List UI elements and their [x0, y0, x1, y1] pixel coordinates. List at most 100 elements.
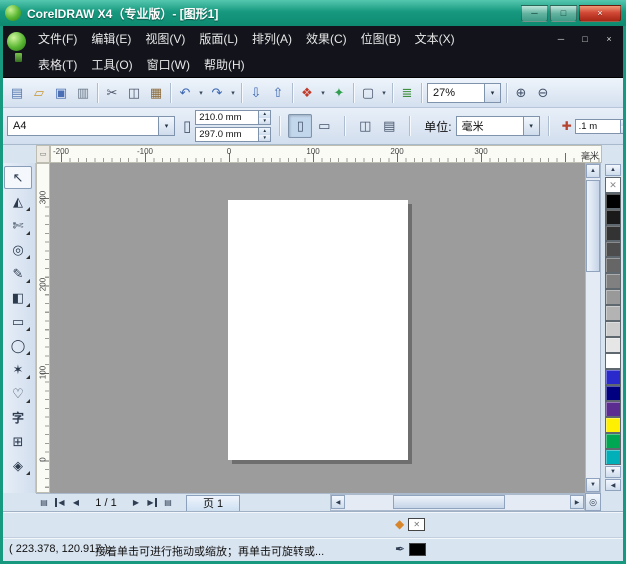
zoom-in-icon[interactable]: ⊕ [510, 82, 532, 104]
launcher-dropdown-icon[interactable]: ▾ [318, 89, 328, 97]
color-swatch-80-black[interactable] [605, 225, 621, 241]
paper-width-field[interactable]: 210.0 mm ▲▼ [195, 110, 271, 125]
color-swatch-teal[interactable] [605, 449, 621, 465]
scroll-left-icon[interactable]: ◀ [331, 495, 345, 509]
ruler-origin[interactable]: ▭ [36, 145, 50, 163]
polygon-tool[interactable]: ✶ [4, 358, 32, 381]
basic-shapes-tool[interactable]: ♡ [4, 382, 32, 405]
menu-window[interactable]: 窗口(W) [140, 52, 197, 78]
document-page[interactable] [228, 200, 408, 460]
vertical-ruler[interactable]: 300 200 100 0 [36, 163, 50, 493]
fullscreen-dropdown-icon[interactable]: ▾ [379, 89, 389, 97]
color-swatch-navy[interactable] [605, 385, 621, 401]
zoom-tool[interactable]: ◎ [4, 238, 32, 261]
table-tool[interactable]: ⊞ [4, 430, 32, 453]
menu-view[interactable]: 视图(V) [138, 26, 192, 52]
color-swatch-90-black[interactable] [605, 209, 621, 225]
import-icon[interactable]: ⇩ [245, 82, 267, 104]
menu-file[interactable]: 文件(F) [31, 26, 84, 52]
minimize-button[interactable]: ─ [521, 5, 548, 22]
palette-flyout-icon[interactable]: ◀ [605, 479, 621, 491]
horizontal-scroll-thumb[interactable] [393, 495, 505, 509]
undo-dropdown-icon[interactable]: ▾ [196, 89, 206, 97]
menu-arrange[interactable]: 排列(A) [245, 26, 299, 52]
blend-tool[interactable]: ◈ [4, 454, 32, 477]
color-swatch-30-black[interactable] [605, 305, 621, 321]
redo-dropdown-icon[interactable]: ▾ [228, 89, 238, 97]
application-launcher-icon[interactable]: ❖ [296, 82, 318, 104]
export-icon[interactable]: ⇧ [267, 82, 289, 104]
horizontal-scrollbar[interactable]: ◀ ▶ [330, 494, 585, 511]
color-swatch-none[interactable]: ✕ [605, 177, 621, 193]
doc-close-button[interactable]: × [601, 31, 617, 46]
goto-page-icon[interactable]: ▤ [36, 495, 52, 510]
color-swatch-20-black[interactable] [605, 321, 621, 337]
menu-edit[interactable]: 编辑(E) [84, 26, 138, 52]
paper-preset-combo[interactable]: A4 ▾ [7, 116, 175, 136]
fullscreen-preview-icon[interactable]: ▢ [357, 82, 379, 104]
close-button[interactable]: × [579, 5, 621, 22]
new-icon[interactable]: ▤ [6, 82, 28, 104]
undo-icon[interactable]: ↶ [174, 82, 196, 104]
zoom-out-icon[interactable]: ⊖ [532, 82, 554, 104]
zoom-level-value[interactable]: 27% [428, 87, 455, 99]
save-icon[interactable]: ▣ [50, 82, 72, 104]
color-swatch-purple[interactable] [605, 401, 621, 417]
pick-tool[interactable]: ↖ [4, 166, 32, 189]
palette-scroll-up-icon[interactable]: ▲ [605, 164, 621, 176]
add-page-icon[interactable]: ▤ [160, 495, 176, 510]
menu-help[interactable]: 帮助(H) [197, 52, 252, 78]
paper-height-spinner[interactable]: ▲▼ [258, 128, 270, 141]
last-page-icon[interactable]: ▶ [144, 495, 160, 510]
paper-width-spinner[interactable]: ▲▼ [258, 111, 270, 124]
next-page-icon[interactable]: ▶ [128, 495, 144, 510]
color-swatch-40-black[interactable] [605, 289, 621, 305]
vertical-scrollbar[interactable]: ▲ ▼ [585, 163, 601, 493]
color-swatch-70-black[interactable] [605, 241, 621, 257]
portrait-button[interactable]: ▯ [288, 114, 312, 138]
color-swatch-10-black[interactable] [605, 337, 621, 353]
print-icon[interactable]: ▥ [72, 82, 94, 104]
nudge-offset-field[interactable]: .1 m ▲▼ [575, 119, 625, 134]
units-combo[interactable]: 毫米 ▾ [456, 116, 540, 136]
doc-restore-button[interactable]: □ [577, 31, 593, 46]
vertical-scroll-thumb[interactable] [586, 180, 600, 272]
zoom-level-combo[interactable]: 27% ▾ [427, 83, 501, 103]
color-swatch-blue[interactable] [605, 369, 621, 385]
freehand-tool[interactable]: ✎ [4, 262, 32, 285]
color-swatch-black[interactable] [605, 193, 621, 209]
zoom-combo-dropdown-icon[interactable]: ▾ [484, 84, 500, 102]
text-tool[interactable]: 字 [4, 406, 32, 429]
copy-icon[interactable]: ◫ [123, 82, 145, 104]
paper-height-field[interactable]: 297.0 mm ▲▼ [195, 127, 271, 142]
shape-tool[interactable]: ◭ [4, 190, 32, 213]
redo-icon[interactable]: ↷ [206, 82, 228, 104]
maximize-button[interactable]: □ [550, 5, 577, 22]
color-swatch-green[interactable] [605, 433, 621, 449]
menu-bitmaps[interactable]: 位图(B) [354, 26, 408, 52]
color-swatch-white[interactable] [605, 353, 621, 369]
horizontal-ruler[interactable]: -200 -100 0 100 200 300 毫米 [50, 145, 602, 163]
menu-layout[interactable]: 版面(L) [192, 26, 245, 52]
first-page-icon[interactable]: ◀ [52, 495, 68, 510]
current-page-button[interactable]: ▤ [377, 114, 401, 138]
color-swatch-50-black[interactable] [605, 273, 621, 289]
paste-icon[interactable]: ▦ [145, 82, 167, 104]
welcome-screen-icon[interactable]: ✦ [328, 82, 350, 104]
drawing-canvas[interactable] [50, 163, 585, 493]
all-pages-button[interactable]: ◫ [353, 114, 377, 138]
landscape-button[interactable]: ▭ [312, 114, 336, 138]
page-tab[interactable]: 页 1 [186, 495, 240, 511]
ellipse-tool[interactable]: ◯ [4, 334, 32, 357]
cut-icon[interactable]: ✂ [101, 82, 123, 104]
color-swatch-yellow[interactable] [605, 417, 621, 433]
crop-tool[interactable]: ✄ [4, 214, 32, 237]
previous-page-icon[interactable]: ◀ [68, 495, 84, 510]
navigator-icon[interactable]: ◎ [585, 493, 601, 511]
scroll-right-icon[interactable]: ▶ [570, 495, 584, 509]
menu-tools[interactable]: 工具(O) [84, 52, 139, 78]
smart-fill-tool[interactable]: ◧ [4, 286, 32, 309]
units-dropdown-icon[interactable]: ▾ [523, 117, 539, 135]
paper-preset-dropdown-icon[interactable]: ▾ [158, 117, 174, 135]
color-swatch-60-black[interactable] [605, 257, 621, 273]
